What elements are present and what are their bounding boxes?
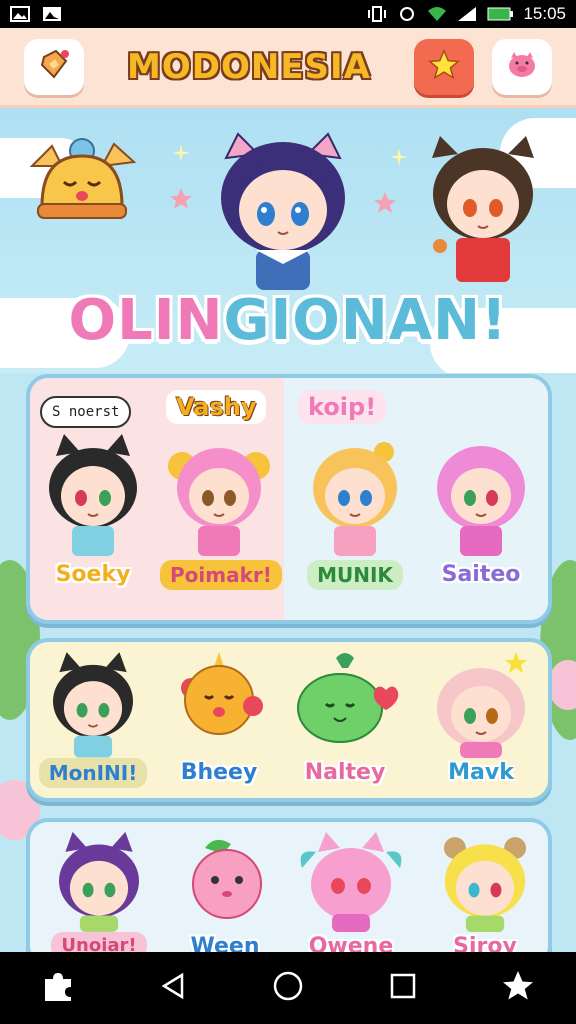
character-name: MUNIK bbox=[307, 560, 403, 590]
hero-character-side bbox=[432, 136, 534, 282]
character-panel-2: MonINI! Bheey Naltey Mavk bbox=[26, 638, 552, 802]
character-panel-1: S noerst Vashy koip! Soeky Poimakr! MUNI… bbox=[26, 374, 552, 624]
character-name: MonINI! bbox=[38, 758, 148, 788]
sparkle-icon bbox=[170, 188, 192, 209]
character-avatar bbox=[181, 652, 263, 735]
recents-button[interactable] bbox=[375, 960, 431, 1016]
home-icon bbox=[272, 970, 304, 1006]
character-card[interactable]: Naltey bbox=[286, 648, 404, 785]
character-name: Naltey bbox=[304, 760, 386, 785]
star-icon bbox=[500, 968, 536, 1008]
character-card[interactable]: MonINI! bbox=[34, 648, 152, 788]
character-avatar bbox=[437, 446, 525, 556]
hero-character-main bbox=[221, 132, 345, 290]
character-avatar bbox=[437, 652, 527, 758]
character-name: Saiteo bbox=[441, 562, 521, 587]
pet-button[interactable] bbox=[492, 38, 552, 95]
back-button[interactable] bbox=[145, 960, 201, 1016]
back-icon bbox=[158, 971, 188, 1005]
character-card[interactable]: Mavk bbox=[422, 648, 540, 785]
pig-icon bbox=[505, 50, 539, 84]
battery-icon bbox=[487, 6, 514, 22]
sparkle-icon bbox=[172, 144, 190, 162]
favorite-nav-button[interactable] bbox=[490, 960, 546, 1016]
banner-label: koip! bbox=[298, 390, 387, 424]
character-avatar bbox=[313, 442, 397, 556]
banner-label: Vashy bbox=[166, 390, 267, 424]
character-card[interactable]: Bheey bbox=[160, 648, 278, 785]
character-card[interactable]: Saiteo bbox=[422, 430, 540, 587]
character-card[interactable]: Unoiar! bbox=[40, 828, 158, 959]
character-card[interactable]: Poimakr! bbox=[160, 430, 282, 590]
status-bar: 15:05 bbox=[0, 0, 576, 28]
map-button[interactable] bbox=[24, 38, 84, 95]
character-card[interactable]: Ween bbox=[166, 828, 284, 959]
character-avatar bbox=[443, 837, 527, 932]
character-avatar bbox=[53, 652, 133, 758]
app-title: MODONESIA bbox=[127, 46, 371, 87]
character-card[interactable]: Owene bbox=[292, 828, 410, 959]
character-avatar bbox=[168, 448, 270, 556]
character-name: Poimakr! bbox=[160, 560, 282, 590]
character-card[interactable]: MUNIK bbox=[296, 430, 414, 590]
wifi-icon bbox=[427, 6, 447, 22]
puzzle-icon bbox=[41, 969, 75, 1007]
signal-icon bbox=[457, 6, 477, 22]
clock: 15:05 bbox=[523, 4, 566, 23]
hero-title: OLINGIONAN! bbox=[68, 288, 508, 353]
system-nav-bar bbox=[0, 952, 576, 1024]
favorites-button[interactable] bbox=[414, 38, 474, 95]
hero-banner: OLINGIONAN! bbox=[0, 108, 576, 373]
character-card[interactable]: Siroy bbox=[426, 828, 544, 959]
map-pin-icon bbox=[36, 47, 72, 87]
character-name: Bheey bbox=[180, 760, 258, 785]
top-header: MODONESIA bbox=[0, 28, 576, 108]
character-avatar bbox=[300, 832, 402, 932]
bell-mascot bbox=[29, 138, 137, 219]
character-avatar bbox=[49, 434, 137, 556]
speech-bubble: S noerst bbox=[40, 396, 132, 428]
star-icon bbox=[427, 48, 461, 86]
puzzle-button[interactable] bbox=[30, 960, 86, 1016]
sparkle-icon bbox=[390, 148, 408, 166]
vibrate-icon bbox=[367, 6, 387, 22]
character-panel-3: Unoiar! Ween Owene Siroy bbox=[26, 818, 552, 968]
character-avatar bbox=[59, 831, 139, 932]
image-icon bbox=[10, 6, 30, 22]
gallery-icon bbox=[42, 6, 62, 22]
home-button[interactable] bbox=[260, 960, 316, 1016]
character-name: Mavk bbox=[448, 760, 514, 785]
recents-icon bbox=[389, 972, 417, 1004]
character-card[interactable]: Soeky bbox=[34, 430, 152, 587]
character-avatar bbox=[192, 839, 262, 919]
character-avatar bbox=[297, 653, 399, 743]
character-name: Soeky bbox=[55, 562, 131, 587]
sparkle-icon bbox=[374, 192, 396, 213]
data-saver-icon bbox=[397, 6, 417, 22]
